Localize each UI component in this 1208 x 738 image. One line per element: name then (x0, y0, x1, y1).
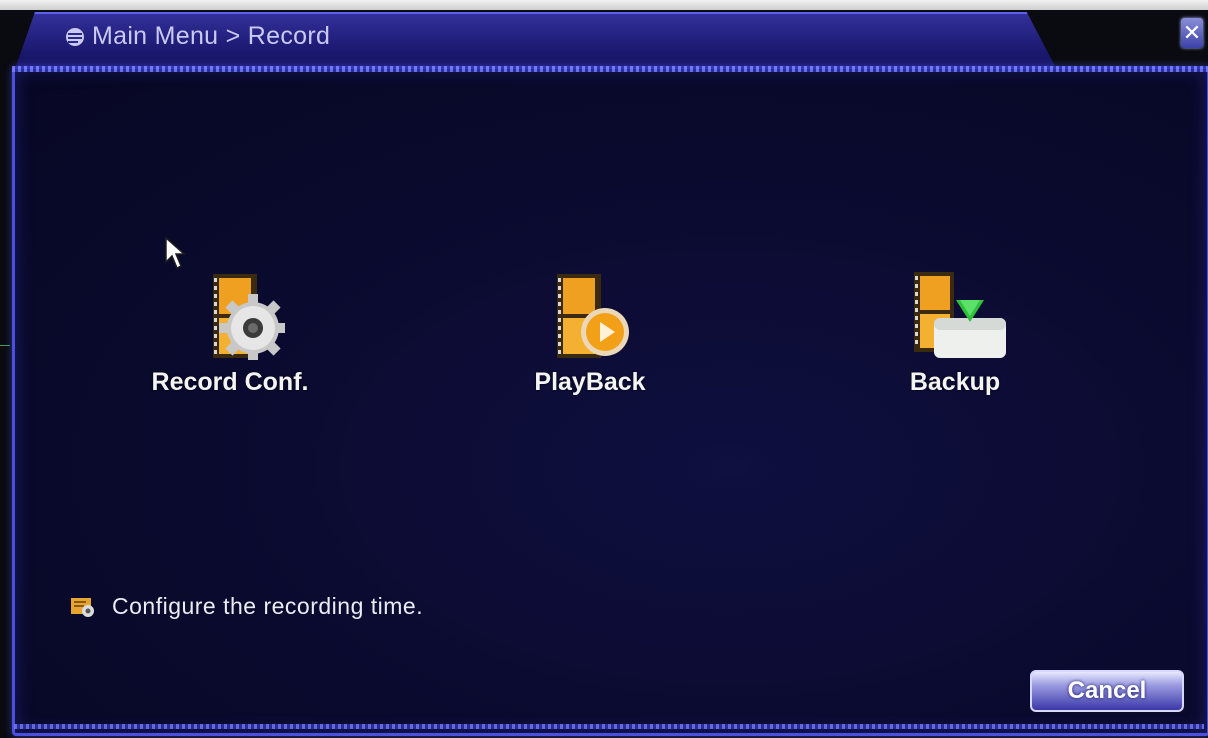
film-gear-icon (213, 274, 285, 360)
menu-item-record-conf[interactable]: Record Conf. (140, 270, 320, 397)
dialog-top-border (12, 66, 1208, 72)
help-text: Configure the recording time. (112, 593, 424, 619)
dialog-bottom-border (14, 724, 1204, 729)
menu-item-label: Backup (909, 368, 1001, 396)
cancel-button[interactable]: Cancel (1030, 670, 1184, 712)
breadcrumb: Main Menu > Record (92, 22, 331, 50)
menu-item-label: Record Conf. (151, 368, 309, 396)
mouse-pointer-icon (165, 236, 186, 270)
menu-item-label: PlayBack (534, 368, 646, 396)
monitor-bezel (0, 0, 1208, 10)
close-icon: ✕ (1182, 20, 1202, 45)
window-title: Main Menu > Record (64, 22, 330, 51)
record-dialog (12, 66, 1208, 736)
background-line (0, 345, 10, 346)
film-download-icon (914, 272, 1006, 358)
info-tip-icon (71, 597, 94, 617)
close-button[interactable]: ✕ (1181, 18, 1203, 48)
help-hint: Configure the recording time. (70, 593, 423, 620)
film-play-icon (557, 274, 629, 358)
dvr-screen: Main Menu > Record ✕ Record Conf. PlayBa… (0, 0, 1208, 738)
menu-item-playback[interactable]: PlayBack (520, 270, 660, 397)
menu-icon (66, 27, 84, 46)
menu-item-backup[interactable]: Backup (890, 270, 1020, 397)
